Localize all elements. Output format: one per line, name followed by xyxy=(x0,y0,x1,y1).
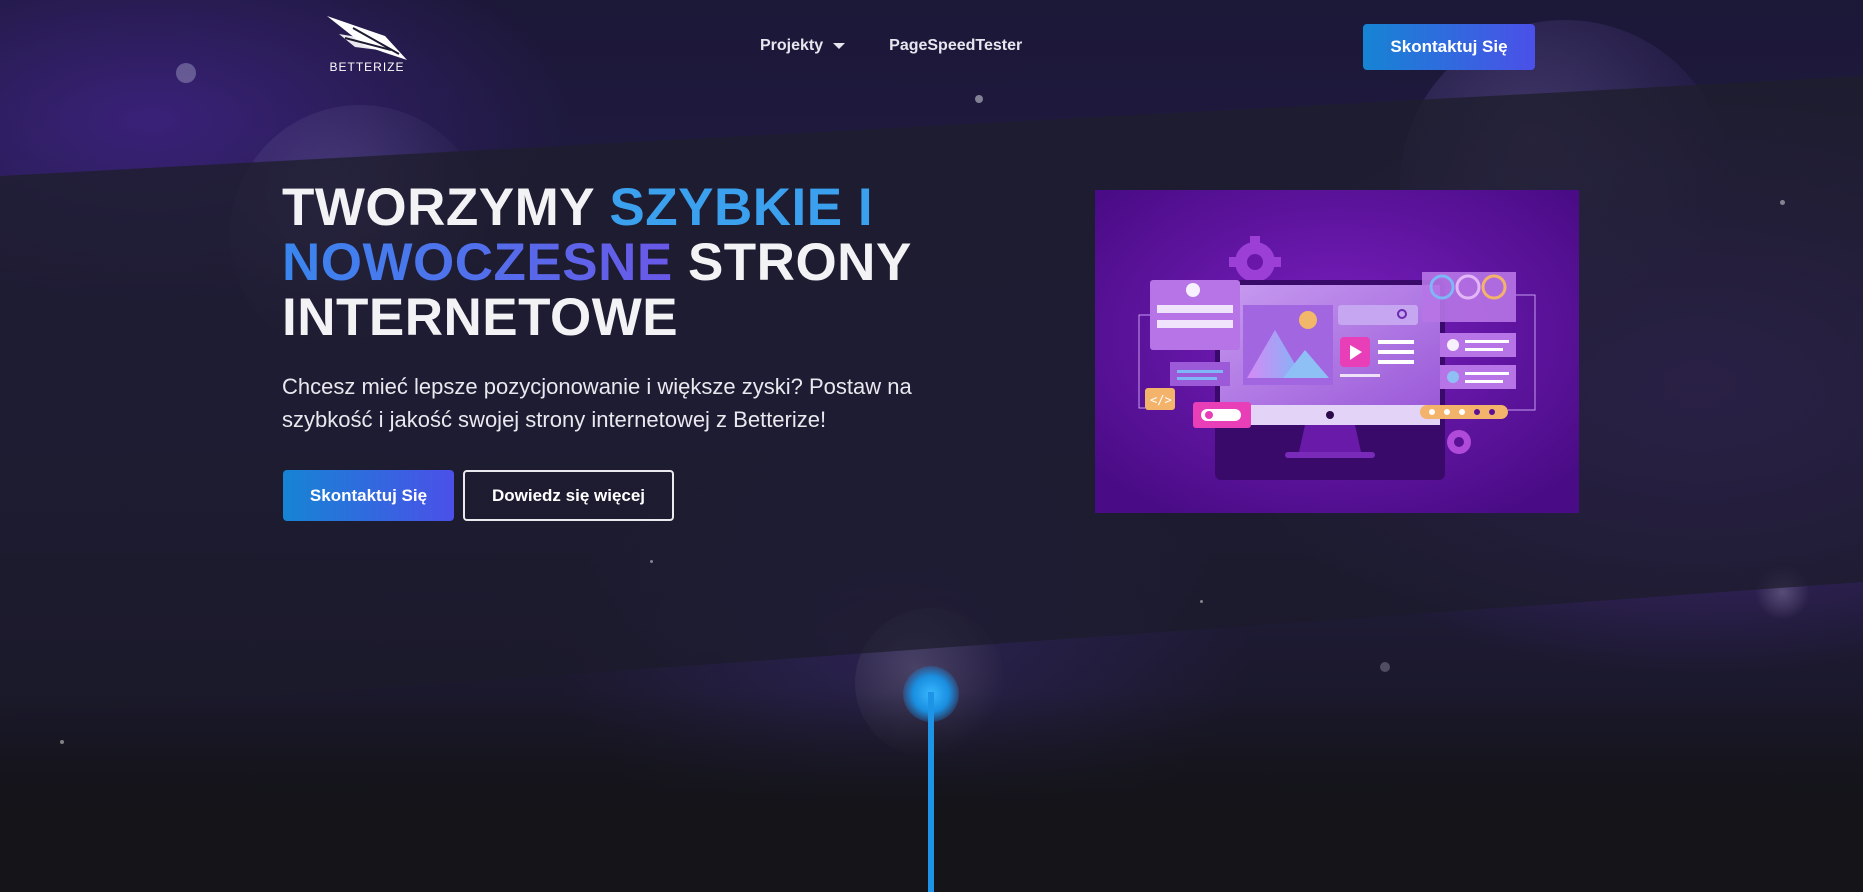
nav-item-pagespeedtester[interactable]: PageSpeedTester xyxy=(889,37,1022,55)
star xyxy=(60,740,64,744)
star xyxy=(1200,600,1203,603)
main-nav: Projekty PageSpeedTester xyxy=(760,37,1022,55)
nav-item-label: PageSpeedTester xyxy=(889,37,1023,54)
star xyxy=(1380,662,1390,672)
star xyxy=(975,95,983,103)
monitor-illustration: </> xyxy=(1095,190,1579,513)
hero-subtitle: Chcesz mieć lepsze pozycjonowanie i więk… xyxy=(282,374,912,432)
star xyxy=(1780,200,1785,205)
header-contact-button[interactable]: Skontaktuj Się xyxy=(1363,24,1535,70)
nav-item-label: Projekty xyxy=(760,37,824,54)
logo-text: BETTERIZE xyxy=(329,60,405,74)
site-header: BETTERIZE Projekty PageSpeedTester Skont… xyxy=(0,0,1863,80)
betterize-logo-icon xyxy=(327,16,407,60)
nav-item-projekty[interactable]: Projekty xyxy=(760,37,846,55)
hero-illustration: </> xyxy=(1095,190,1579,513)
chevron-down-icon xyxy=(833,43,846,49)
title-part1: TWORZYMY xyxy=(282,178,610,237)
contact-button[interactable]: Skontaktuj Się xyxy=(283,470,454,521)
svg-text:</>: </> xyxy=(1150,393,1172,407)
scroll-indicator-line xyxy=(928,692,934,892)
logo[interactable]: BETTERIZE xyxy=(325,14,409,76)
title-highlight-2: NOWOCZESNE xyxy=(282,233,673,292)
title-highlight-1: SZYBKIE I xyxy=(609,178,874,237)
learn-more-button[interactable]: Dowiedz się więcej xyxy=(463,470,674,521)
star xyxy=(650,560,653,563)
hero-title: TWORZYMY SZYBKIE I NOWOCZESNE STRONY INTE… xyxy=(282,180,982,345)
